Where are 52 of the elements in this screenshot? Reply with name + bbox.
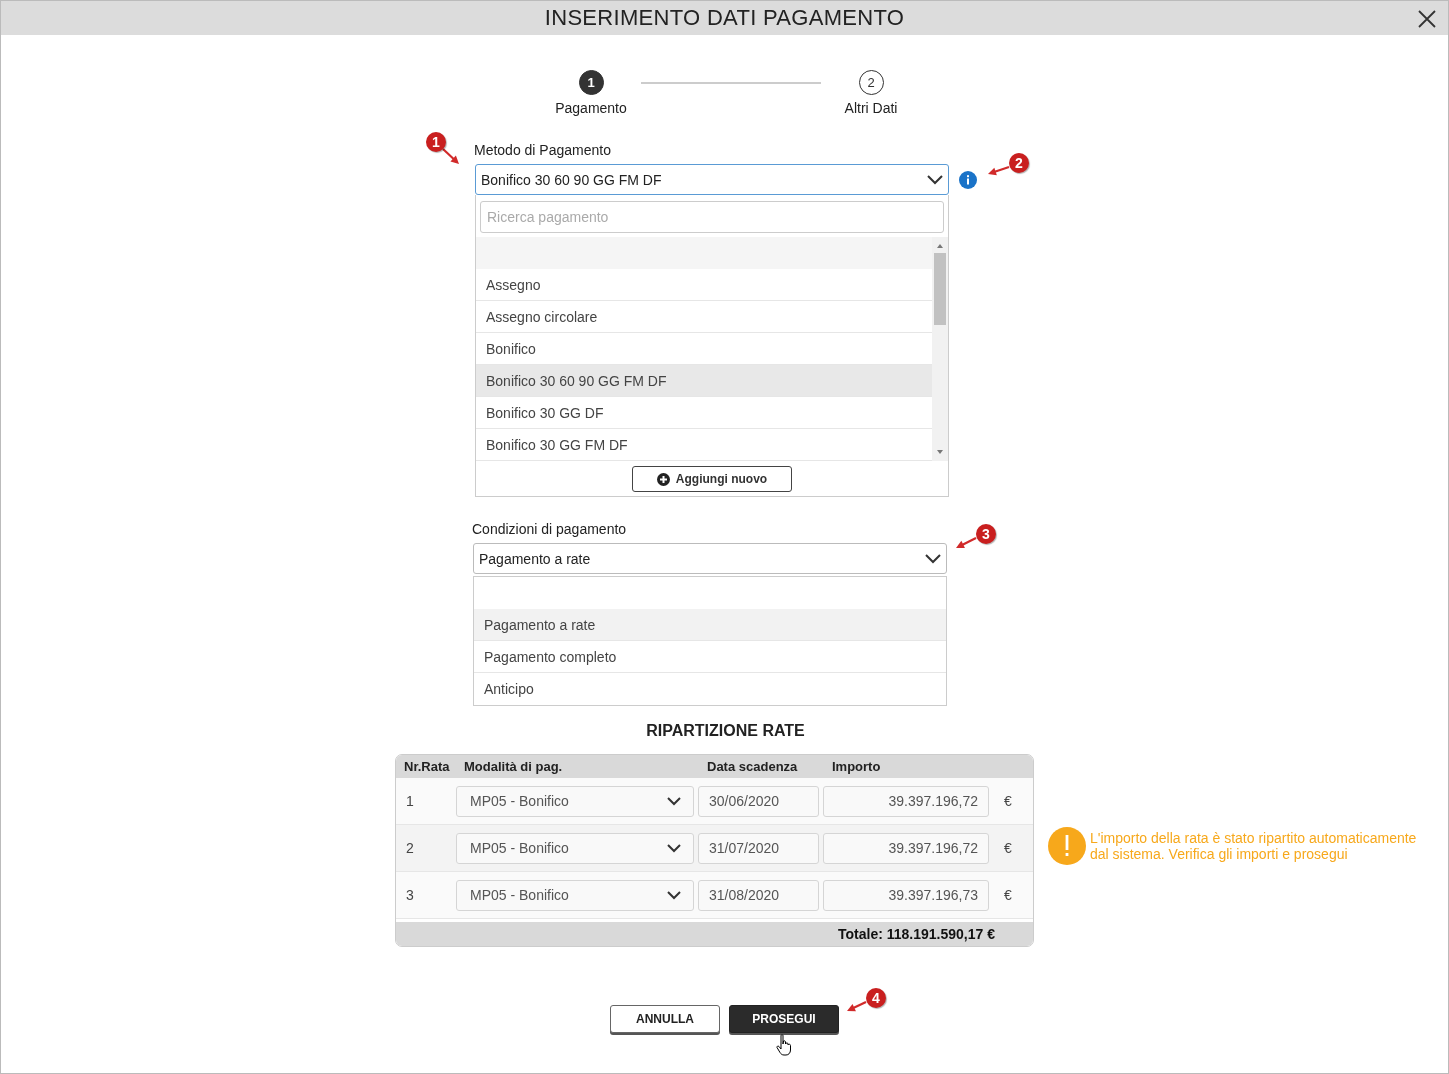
date-field[interactable]: 31/07/2020	[698, 832, 819, 864]
column-header: Modalità di pag.	[464, 759, 564, 774]
callout-badge: 2	[1009, 153, 1029, 173]
payment-method-select[interactable]: Bonifico 30 60 90 GG FM DF	[475, 164, 949, 195]
search-field[interactable]: Ricerca pagamento	[480, 201, 944, 233]
step-number: 1	[578, 70, 604, 95]
callout-badge: 1	[426, 132, 446, 152]
date-field[interactable]: 30/06/2020	[698, 785, 819, 817]
hand-cursor-icon	[776, 1034, 794, 1056]
action-button[interactable]: ANNULLA	[610, 1005, 720, 1033]
column-header: Nr.Rata	[404, 759, 451, 774]
chevron-icon	[667, 890, 681, 900]
chevron-icon	[667, 796, 681, 806]
warning-icon	[1048, 826, 1086, 865]
table-cell-text: 3	[405, 887, 415, 903]
chevron-icon	[667, 843, 681, 853]
date-field[interactable]: 31/08/2020	[698, 879, 819, 911]
method-select[interactable]: MP05 - Bonifico	[456, 879, 694, 911]
window-title: INSERIMENTO DATI PAGAMENTO	[544, 5, 905, 31]
step-number: 2	[858, 70, 884, 95]
amount-field[interactable]: 39.397.196,72	[823, 785, 989, 817]
callout-badge: 4	[866, 988, 886, 1008]
chevron-icon	[927, 174, 943, 185]
add-new-button[interactable]: Aggiungi nuovo	[632, 466, 792, 492]
payment-terms-select[interactable]: Pagamento a rate	[473, 543, 947, 574]
chevron-icon	[925, 553, 941, 564]
dropdown-option[interactable]: Pagamento a rate	[474, 609, 946, 641]
total-text: Totale: 118.191.590,17 €	[838, 926, 995, 942]
amount-field[interactable]: 39.397.196,72	[823, 832, 989, 864]
info-icon[interactable]	[959, 170, 977, 189]
table-cell-text: €	[1003, 793, 1013, 809]
amount-field[interactable]: 39.397.196,73	[823, 879, 989, 911]
dropdown-option[interactable]: Bonifico 30 60 90 GG FM DF	[476, 365, 932, 397]
method-select[interactable]: MP05 - Bonifico	[456, 832, 694, 864]
step-label: Altri Dati	[844, 100, 898, 116]
table-cell-text: €	[1003, 887, 1013, 903]
field-label: Condizioni di pagamento	[472, 521, 628, 537]
close-icon[interactable]	[1418, 10, 1436, 28]
table-cell-text: 2	[405, 840, 415, 856]
field-label: Metodo di Pagamento	[474, 142, 612, 158]
section-title: RIPARTIZIONE RATE	[645, 722, 806, 740]
method-select[interactable]: MP05 - Bonifico	[456, 785, 694, 817]
table-cell-text: 1	[405, 793, 415, 809]
callout-badge: 3	[976, 524, 996, 544]
column-header: Data scadenza	[707, 759, 799, 774]
scrollbar-drawing[interactable]	[932, 237, 948, 461]
column-header: Importo	[832, 759, 882, 774]
action-button[interactable]: PROSEGUI	[729, 1005, 839, 1033]
step-label: Pagamento	[555, 100, 627, 116]
notice-text: L'importo della rata è stato ripartito automaticamente dal sistema. Verifica gli importi e prosegui	[1090, 829, 1418, 862]
plus-icon	[656, 472, 670, 486]
table-cell-text: €	[1003, 840, 1013, 856]
